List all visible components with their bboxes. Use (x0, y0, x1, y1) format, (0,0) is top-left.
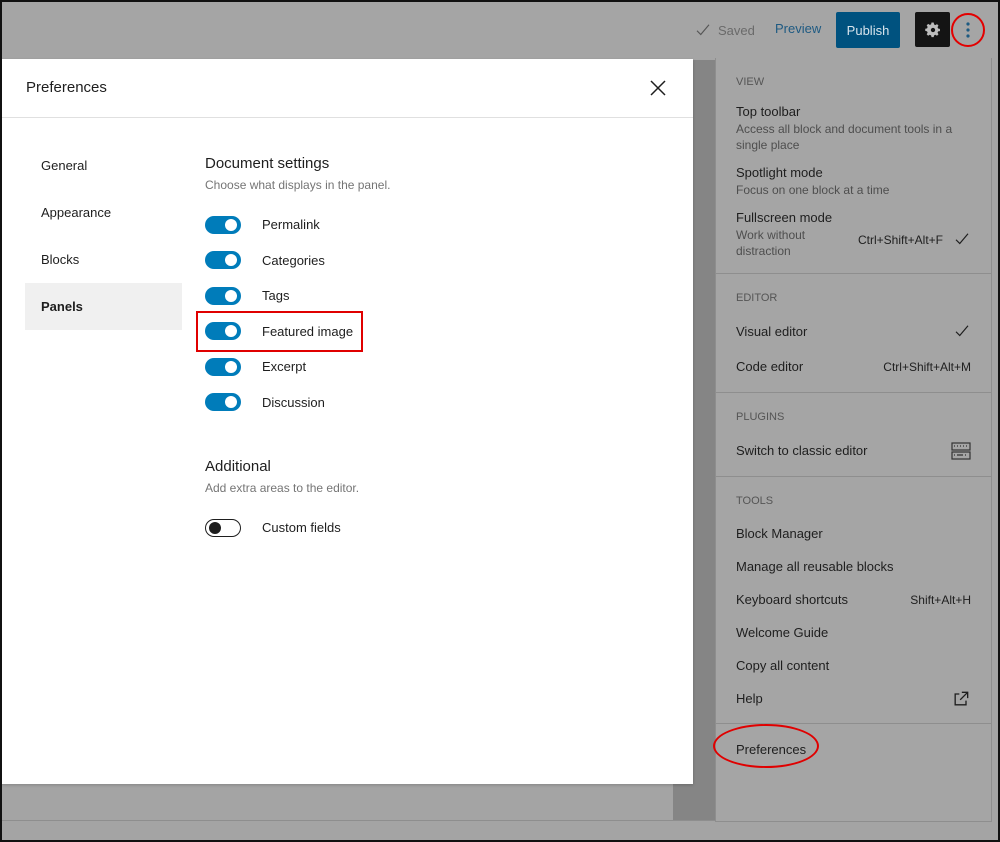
menu-item-visual-editor[interactable]: Visual editor (716, 314, 991, 349)
toggle-label: Permalink (262, 217, 320, 233)
publish-button[interactable]: Publish (836, 12, 900, 48)
tab-label: Blocks (41, 252, 80, 267)
menu-item-description: Focus on one block at a time (736, 183, 890, 197)
menu-group-editor: Editor Visual editor Code editor Ctrl+Sh… (716, 274, 991, 393)
toggle-row-categories: Categories (205, 243, 665, 279)
menu-item-top-toolbar[interactable]: Top toolbar Access all block and documen… (716, 98, 991, 159)
gear-icon (924, 22, 940, 37)
menu-item-preferences[interactable]: Preferences (713, 724, 991, 768)
custom-fields-toggle[interactable] (205, 518, 241, 537)
group-label: Tools (736, 495, 774, 507)
more-vertical-icon (966, 22, 970, 38)
settings-button[interactable] (915, 12, 950, 47)
toggle-row-excerpt: Excerpt (205, 349, 665, 385)
preferences-nav: General Appearance Blocks Panels (25, 142, 182, 330)
featured-image-toggle[interactable] (205, 322, 241, 341)
toggle-row-discussion: Discussion (205, 385, 665, 421)
menu-item-label: Switch to classic editor (736, 443, 868, 458)
menu-item-label: Welcome Guide (736, 625, 829, 640)
menu-item-description: Work without distraction (736, 228, 806, 258)
toggle-label: Tags (262, 288, 290, 304)
preferences-modal: Preferences General Appearance Blocks Pa… (2, 59, 693, 784)
menu-item-label: Fullscreen mode (736, 210, 833, 225)
menu-group-plugins: Plugins Switch to classic editor (716, 393, 991, 477)
editor-header: Saved Preview Publish (0, 0, 1000, 60)
keyboard-icon (951, 442, 971, 460)
more-options-button[interactable] (951, 13, 985, 47)
toggle-label: Custom fields (262, 520, 341, 536)
saved-label: Saved (718, 22, 755, 38)
toggle-label: Categories (262, 252, 325, 268)
group-label: View (736, 76, 765, 88)
shortcut: Ctrl+Shift+Alt+F (857, 233, 943, 247)
tab-label: Panels (41, 299, 83, 314)
menu-item-label: Copy all content (736, 658, 830, 673)
menu-item-manage-reusable-blocks[interactable]: Manage all reusable blocks (716, 550, 991, 583)
shortcut: Ctrl+Shift+Alt+M (883, 360, 971, 374)
group-label: Editor (736, 292, 778, 304)
discussion-toggle[interactable] (205, 393, 241, 412)
menu-item-label: Spotlight mode (736, 165, 823, 180)
additional-section: Additional Add extra areas to the editor… (205, 458, 665, 546)
section-description: Add extra areas to the editor. (205, 481, 360, 495)
menu-item-welcome-guide[interactable]: Welcome Guide (716, 616, 991, 649)
divider (0, 820, 715, 821)
check-icon (955, 233, 969, 245)
section-description: Choose what displays in the panel. (205, 178, 391, 192)
tab-label: General (41, 158, 88, 173)
menu-item-code-editor[interactable]: Code editor Ctrl+Shift+Alt+M (716, 349, 991, 384)
menu-item-switch-classic-editor[interactable]: Switch to classic editor (716, 433, 991, 468)
saved-status: Saved (694, 20, 755, 40)
menu-item-label: Preferences (736, 742, 807, 757)
check-icon (696, 24, 710, 36)
menu-group-tools: Tools Block Manager Manage all reusable … (716, 477, 991, 724)
menu-item-label: Help (736, 691, 763, 706)
toggle-row-tags: Tags (205, 278, 665, 314)
menu-item-description: Access all block and document tools in a… (736, 122, 953, 152)
close-button[interactable] (646, 76, 670, 100)
excerpt-toggle[interactable] (205, 357, 241, 376)
permalink-toggle[interactable] (205, 215, 241, 234)
tab-appearance[interactable]: Appearance (25, 189, 182, 236)
tab-general[interactable]: General (25, 142, 182, 189)
tags-toggle[interactable] (205, 286, 241, 305)
toggle-row-custom-fields: Custom fields (205, 510, 665, 546)
menu-item-spotlight-mode[interactable]: Spotlight mode Focus on one block at a t… (716, 159, 991, 204)
modal-header: Preferences (2, 59, 693, 118)
menu-group-preferences: Preferences (713, 724, 991, 775)
tab-blocks[interactable]: Blocks (25, 236, 182, 283)
menu-item-keyboard-shortcuts[interactable]: Keyboard shortcuts Shift+Alt+H (716, 583, 991, 616)
close-icon (650, 80, 666, 96)
section-title: Additional (205, 458, 271, 475)
tab-panels[interactable]: Panels (25, 283, 182, 330)
menu-item-label: Manage all reusable blocks (736, 559, 894, 574)
external-link-icon (954, 691, 969, 706)
group-label: Plugins (736, 411, 785, 423)
toggle-label: Featured image (262, 323, 354, 339)
preview-button[interactable]: Preview (775, 21, 821, 36)
check-icon (955, 325, 969, 337)
menu-group-view: View Top toolbar Access all block and do… (716, 58, 991, 274)
section-title: Document settings (205, 155, 330, 172)
toggle-row-featured-image: Featured image (196, 310, 665, 352)
toggle-row-permalink: Permalink (205, 207, 665, 243)
menu-item-help[interactable]: Help (716, 682, 991, 715)
toggle-label: Discussion (262, 394, 325, 410)
menu-item-label: Visual editor (736, 324, 808, 339)
menu-item-block-manager[interactable]: Block Manager (716, 517, 991, 550)
panels-content: Document settings Choose what displays i… (196, 155, 665, 546)
menu-item-label: Block Manager (736, 526, 823, 541)
shortcut: Shift+Alt+H (910, 593, 971, 607)
menu-item-fullscreen-mode[interactable]: Fullscreen mode Work without distraction… (716, 204, 991, 265)
menu-item-copy-all-content[interactable]: Copy all content (716, 649, 991, 682)
categories-toggle[interactable] (205, 251, 241, 270)
toggle-label: Excerpt (262, 359, 307, 375)
menu-item-label: Top toolbar (736, 104, 801, 119)
more-options-menu: View Top toolbar Access all block and do… (713, 58, 992, 822)
modal-title: Preferences (26, 79, 107, 96)
tab-label: Appearance (41, 205, 112, 220)
